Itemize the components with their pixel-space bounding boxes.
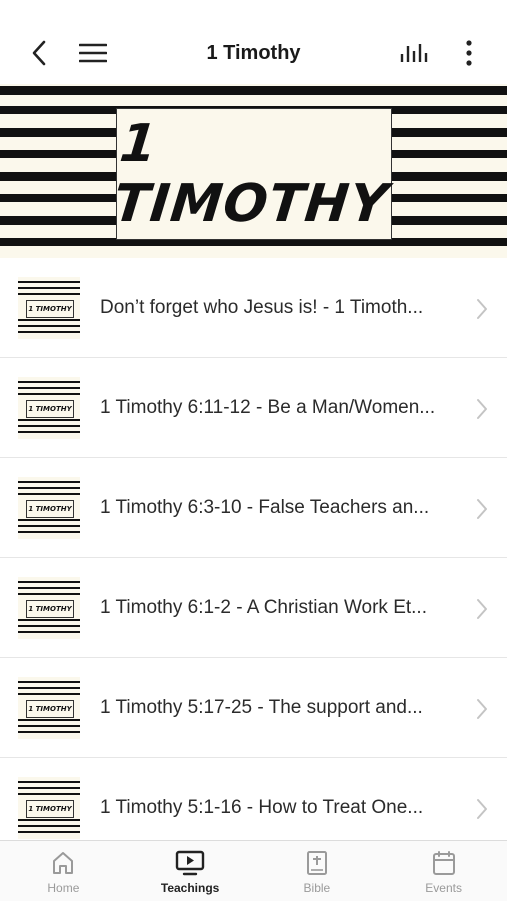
chevron-left-icon (32, 40, 46, 66)
tab-events[interactable]: Events (380, 841, 507, 901)
chevron-right-icon (477, 499, 487, 519)
banner-title-box: 1 TIMOTHY (110, 108, 392, 240)
home-icon (53, 852, 74, 874)
hamburger-menu-icon (79, 43, 107, 63)
tab-teachings[interactable]: Teachings (127, 841, 254, 901)
tab-home[interactable]: Home (0, 841, 127, 901)
chevron-right-icon (477, 799, 487, 819)
thumbnail-title: 1 TIMOTHY (26, 699, 74, 718)
list-item-title: 1 Timothy 5:1-16 - How to Treat One... (100, 796, 424, 818)
top-bar: 1 Timothy (0, 22, 507, 84)
chevron-right-icon (477, 699, 487, 719)
tab-label: Events (425, 881, 462, 895)
bible-icon (306, 851, 327, 875)
teachings-list: 1 TIMOTHY Don’t forget who Jesus is! - 1… (0, 258, 507, 840)
series-banner: 1 TIMOTHY (0, 84, 507, 258)
more-vertical-icon (466, 40, 472, 66)
more-options-button[interactable] (452, 22, 486, 84)
audio-stats-button[interactable] (396, 22, 434, 84)
series-thumbnail: 1 TIMOTHY (18, 776, 80, 839)
list-item[interactable]: 1 TIMOTHY 1 Timothy 5:1-16 - How to Trea… (0, 758, 507, 840)
bottom-tab-bar: Home Teachings Bible Events (0, 840, 507, 901)
series-thumbnail: 1 TIMOTHY (18, 676, 80, 739)
tab-label: Home (47, 881, 80, 895)
chevron-right-icon (477, 399, 487, 419)
list-item[interactable]: 1 TIMOTHY 1 Timothy 6:1-2 - A Christian … (0, 558, 507, 658)
list-item[interactable]: 1 TIMOTHY 1 Timothy 6:3-10 - False Teach… (0, 458, 507, 558)
series-thumbnail: 1 TIMOTHY (18, 276, 80, 339)
back-button[interactable] (22, 22, 56, 84)
list-item-title: 1 Timothy 6:3-10 - False Teachers an... (100, 496, 430, 518)
chevron-right-icon (477, 299, 487, 319)
play-screen-icon (175, 850, 205, 876)
list-item[interactable]: 1 TIMOTHY Don’t forget who Jesus is! - 1… (0, 258, 507, 358)
audio-bars-icon (400, 44, 428, 62)
thumbnail-title: 1 TIMOTHY (26, 599, 74, 618)
list-item[interactable]: 1 TIMOTHY 1 Timothy 5:17-25 - The suppor… (0, 658, 507, 758)
thumbnail-title: 1 TIMOTHY (26, 499, 74, 518)
tab-label: Teachings (160, 881, 220, 895)
series-thumbnail: 1 TIMOTHY (18, 576, 80, 639)
tab-label: Bible (303, 881, 331, 895)
list-item-title: 1 Timothy 5:17-25 - The support and... (100, 696, 423, 718)
list-item-title: 1 Timothy 6:11-12 - Be a Man/Women... (100, 396, 436, 418)
chevron-right-icon (477, 599, 487, 619)
calendar-icon (432, 851, 455, 875)
tab-bible[interactable]: Bible (254, 841, 381, 901)
thumbnail-title: 1 TIMOTHY (26, 799, 74, 818)
thumbnail-title: 1 TIMOTHY (26, 399, 74, 418)
series-thumbnail: 1 TIMOTHY (18, 476, 80, 539)
series-thumbnail: 1 TIMOTHY (18, 376, 80, 439)
menu-button[interactable] (76, 22, 110, 84)
list-item-title: Don’t forget who Jesus is! - 1 Timoth... (100, 296, 424, 318)
thumbnail-title: 1 TIMOTHY (26, 299, 74, 318)
status-bar (0, 0, 507, 22)
list-item-title: 1 Timothy 6:1-2 - A Christian Work Et... (100, 596, 427, 618)
list-item[interactable]: 1 TIMOTHY 1 Timothy 6:11-12 - Be a Man/W… (0, 358, 507, 458)
banner-title: 1 TIMOTHY (110, 114, 392, 234)
banner-stripe (0, 86, 507, 95)
